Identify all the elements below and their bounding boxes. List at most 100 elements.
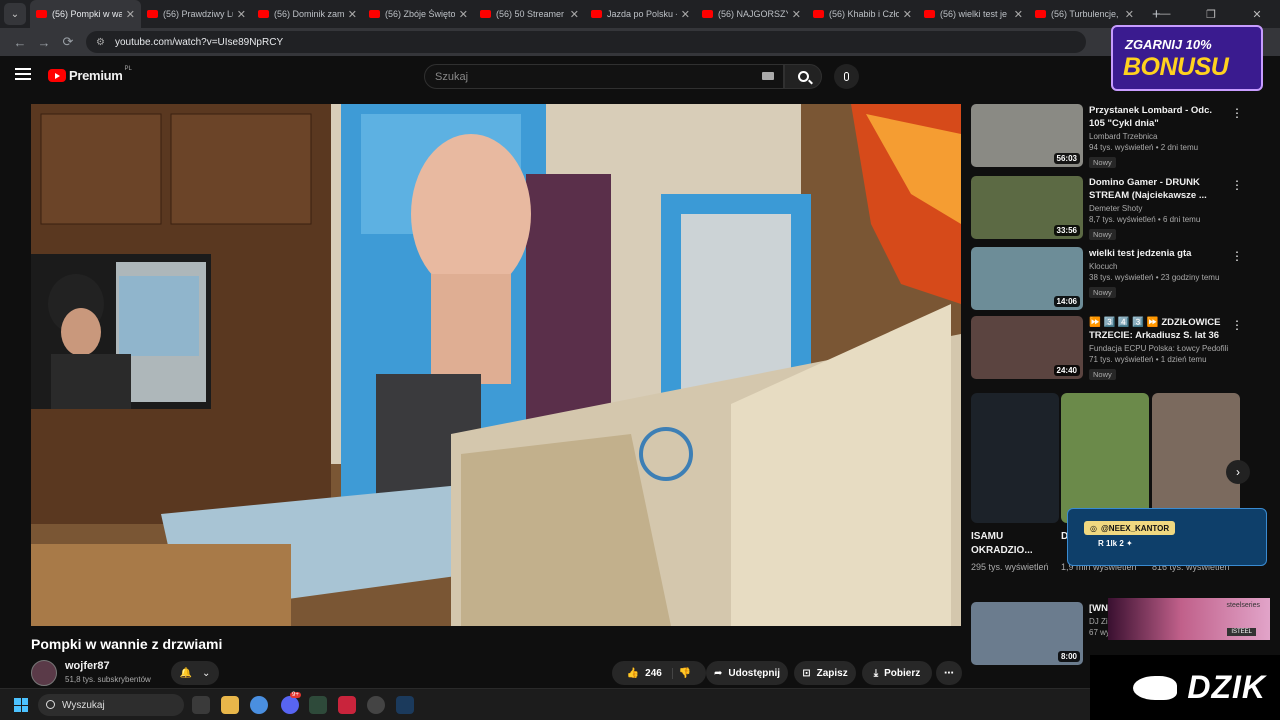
- youtube-favicon-icon: [1035, 10, 1046, 18]
- tab-search-chevron-icon[interactable]: ⌄: [4, 3, 26, 25]
- like-button[interactable]: 👍 246: [627, 667, 673, 679]
- recommendation-item[interactable]: 56:03 Przystanek Lombard - Odc. 105 "Cykl…: [971, 104, 1271, 170]
- more-vert-icon[interactable]: ⋮: [1231, 178, 1243, 192]
- windows-start-icon[interactable]: [14, 698, 28, 712]
- thumbs-down-icon[interactable]: 👎: [679, 668, 691, 679]
- like-dislike-group: 👍 246 👎: [612, 661, 706, 685]
- search-input[interactable]: Szukaj: [424, 64, 784, 89]
- file-explorer-icon[interactable]: [221, 696, 239, 714]
- download-label: Pobierz: [884, 667, 921, 679]
- recommendation-item[interactable]: 14:06 wielki test jedzenia gta Klocuch 38 t…: [971, 247, 1271, 313]
- more-vert-icon[interactable]: ⋮: [1231, 318, 1243, 332]
- browser-tab[interactable]: (56) Dominik zam ✕: [252, 0, 363, 28]
- discord-icon[interactable]: 9+: [281, 692, 301, 714]
- tab-close-icon[interactable]: ✕: [903, 8, 912, 21]
- recommendation-title[interactable]: wielki test jedzenia gta: [1089, 247, 1229, 260]
- tab-title: (56) Dominik zam: [274, 9, 344, 19]
- taskbar-search-input[interactable]: Wyszukaj: [38, 694, 184, 716]
- video-player[interactable]: [31, 104, 961, 626]
- steelseries-brand: steelseries: [1226, 602, 1260, 609]
- recommendation-item[interactable]: 24:40 ⏩ 3️⃣ 4️⃣ 3️⃣ ⏩ ZDZIŁOWICE TRZECIE:…: [971, 316, 1271, 382]
- browser-tab[interactable]: (56) wielki test je ✕: [918, 0, 1029, 28]
- more-vert-icon[interactable]: ⋮: [1231, 249, 1243, 263]
- obs-icon[interactable]: [367, 696, 385, 714]
- browser-tab[interactable]: (56) Turbulencje, ✕: [1029, 0, 1140, 28]
- browser-tab[interactable]: (56) Prawdziwy Lu ✕: [141, 0, 252, 28]
- back-arrow-icon[interactable]: ←: [8, 35, 32, 50]
- save-button[interactable]: ⊡ Zapisz: [794, 661, 856, 685]
- browser-tab[interactable]: (56) Khabib i Czło ✕: [807, 0, 918, 28]
- recommendation-channel[interactable]: Demeter Shoty: [1089, 204, 1229, 213]
- shorts-next-arrow-icon[interactable]: ›: [1226, 460, 1250, 484]
- recommendation-title[interactable]: Domino Gamer - DRUNK STREAM (Najciekawsz…: [1089, 176, 1229, 202]
- channel-name[interactable]: wojfer87: [65, 660, 110, 672]
- tab-title: (56) Zbóje Święto: [385, 9, 455, 19]
- xbox-app-icon[interactable]: [309, 696, 327, 714]
- voice-search-button[interactable]: [834, 64, 859, 89]
- browser-tab[interactable]: (56) Zbóje Święto ✕: [363, 0, 474, 28]
- tab-close-icon[interactable]: ✕: [1014, 8, 1023, 21]
- duration-badge: 56:03: [1053, 153, 1080, 164]
- browser-tab[interactable]: (56) 50 Streamer ✕: [474, 0, 585, 28]
- recommendation-item[interactable]: 33:56 Domino Gamer - DRUNK STREAM (Najcie…: [971, 176, 1271, 242]
- download-button[interactable]: ⤓ Pobierz: [862, 661, 932, 685]
- recommendation-channel[interactable]: Klocuch: [1089, 262, 1229, 271]
- recommendation-thumbnail[interactable]: 14:06: [971, 247, 1083, 310]
- steam-icon[interactable]: [396, 696, 414, 714]
- browser-tab-strip: ⌄ (56) Pompki w wa ✕ (56) Prawdziwy Lu ✕ (56…: [0, 0, 1280, 28]
- recommendation-thumbnail[interactable]: 8:00: [971, 602, 1083, 665]
- recommendation-channel[interactable]: Lombard Trzebnica: [1089, 132, 1229, 141]
- more-vert-icon[interactable]: ⋮: [1231, 106, 1243, 120]
- channel-avatar[interactable]: [31, 660, 57, 686]
- url-field[interactable]: ⚙ youtube.com/watch?v=UIse89NpRCY: [86, 31, 1086, 53]
- youtube-favicon-icon: [591, 10, 602, 18]
- tab-close-icon[interactable]: ✕: [237, 8, 246, 21]
- recommendation-title[interactable]: Przystanek Lombard - Odc. 105 "Cykl dnia…: [1089, 104, 1229, 130]
- recommendation-thumbnail[interactable]: 33:56: [971, 176, 1083, 239]
- task-view-icon[interactable]: [192, 696, 210, 714]
- browser-tab[interactable]: (56) Pompki w wa ✕: [30, 0, 141, 28]
- tab-close-icon[interactable]: ✕: [126, 8, 135, 21]
- recommendation-title[interactable]: ⏩ 3️⃣ 4️⃣ 3️⃣ ⏩ ZDZIŁOWICE TRZECIE: Arka…: [1089, 316, 1229, 342]
- tab-close-icon[interactable]: ✕: [1125, 8, 1134, 21]
- recommendation-thumbnail[interactable]: 24:40: [971, 316, 1083, 379]
- short-thumbnail[interactable]: [1061, 393, 1149, 523]
- recommendation-thumbnail[interactable]: 56:03: [971, 104, 1083, 167]
- app-red-icon[interactable]: [338, 696, 356, 714]
- recommendation-channel[interactable]: Fundacja ECPU Polska: Łowcy Pedofili: [1089, 344, 1229, 353]
- youtube-favicon-icon: [813, 10, 824, 18]
- chrome-icon[interactable]: [250, 696, 268, 714]
- short-title[interactable]: ISAMU OKRADZIO...: [971, 530, 1041, 558]
- new-badge: Nowy: [1089, 157, 1116, 168]
- duration-badge: 8:00: [1057, 651, 1080, 662]
- short-thumbnail[interactable]: [971, 393, 1059, 523]
- tab-close-icon[interactable]: ✕: [459, 8, 468, 21]
- video-owner-row: wojfer87 51,8 tys. subskrybentów 🔔 ⌄ 👍 2…: [31, 658, 971, 690]
- reload-icon[interactable]: ⟳: [56, 34, 80, 50]
- download-icon: ⤓: [873, 667, 879, 679]
- minimize-button[interactable]: —: [1142, 8, 1188, 20]
- like-count: 246: [645, 667, 662, 679]
- search-button[interactable]: [784, 64, 822, 89]
- site-info-icon[interactable]: ⚙: [96, 37, 105, 48]
- browser-tab[interactable]: Jazda po Polsku - ✕: [585, 0, 696, 28]
- close-window-button[interactable]: ✕: [1234, 8, 1280, 21]
- browser-tab[interactable]: (56) NAJGORSZY ✕: [696, 0, 807, 28]
- tab-close-icon[interactable]: ✕: [681, 8, 690, 21]
- forward-arrow-icon[interactable]: →: [32, 35, 56, 50]
- tab-close-icon[interactable]: ✕: [570, 8, 579, 21]
- notification-bell-button[interactable]: 🔔 ⌄: [171, 661, 219, 685]
- menu-hamburger-icon[interactable]: [15, 68, 31, 80]
- youtube-favicon-icon: [147, 10, 158, 18]
- youtube-premium-logo[interactable]: Premium PL: [48, 66, 132, 83]
- tab-close-icon[interactable]: ✕: [792, 8, 801, 21]
- instagram-handle: ◎ @NEEX_KANTOR: [1084, 521, 1176, 535]
- recommendation-info: Przystanek Lombard - Odc. 105 "Cykl dnia…: [1089, 104, 1229, 170]
- tab-close-icon[interactable]: ✕: [348, 8, 357, 21]
- short-thumbnail[interactable]: [1152, 393, 1240, 523]
- youtube-favicon-icon: [369, 10, 380, 18]
- share-button[interactable]: ➦ Udostępnij: [706, 661, 788, 685]
- more-actions-button[interactable]: ⋯: [936, 661, 962, 685]
- keyboard-icon[interactable]: [762, 72, 774, 80]
- maximize-button[interactable]: ❐: [1188, 8, 1234, 21]
